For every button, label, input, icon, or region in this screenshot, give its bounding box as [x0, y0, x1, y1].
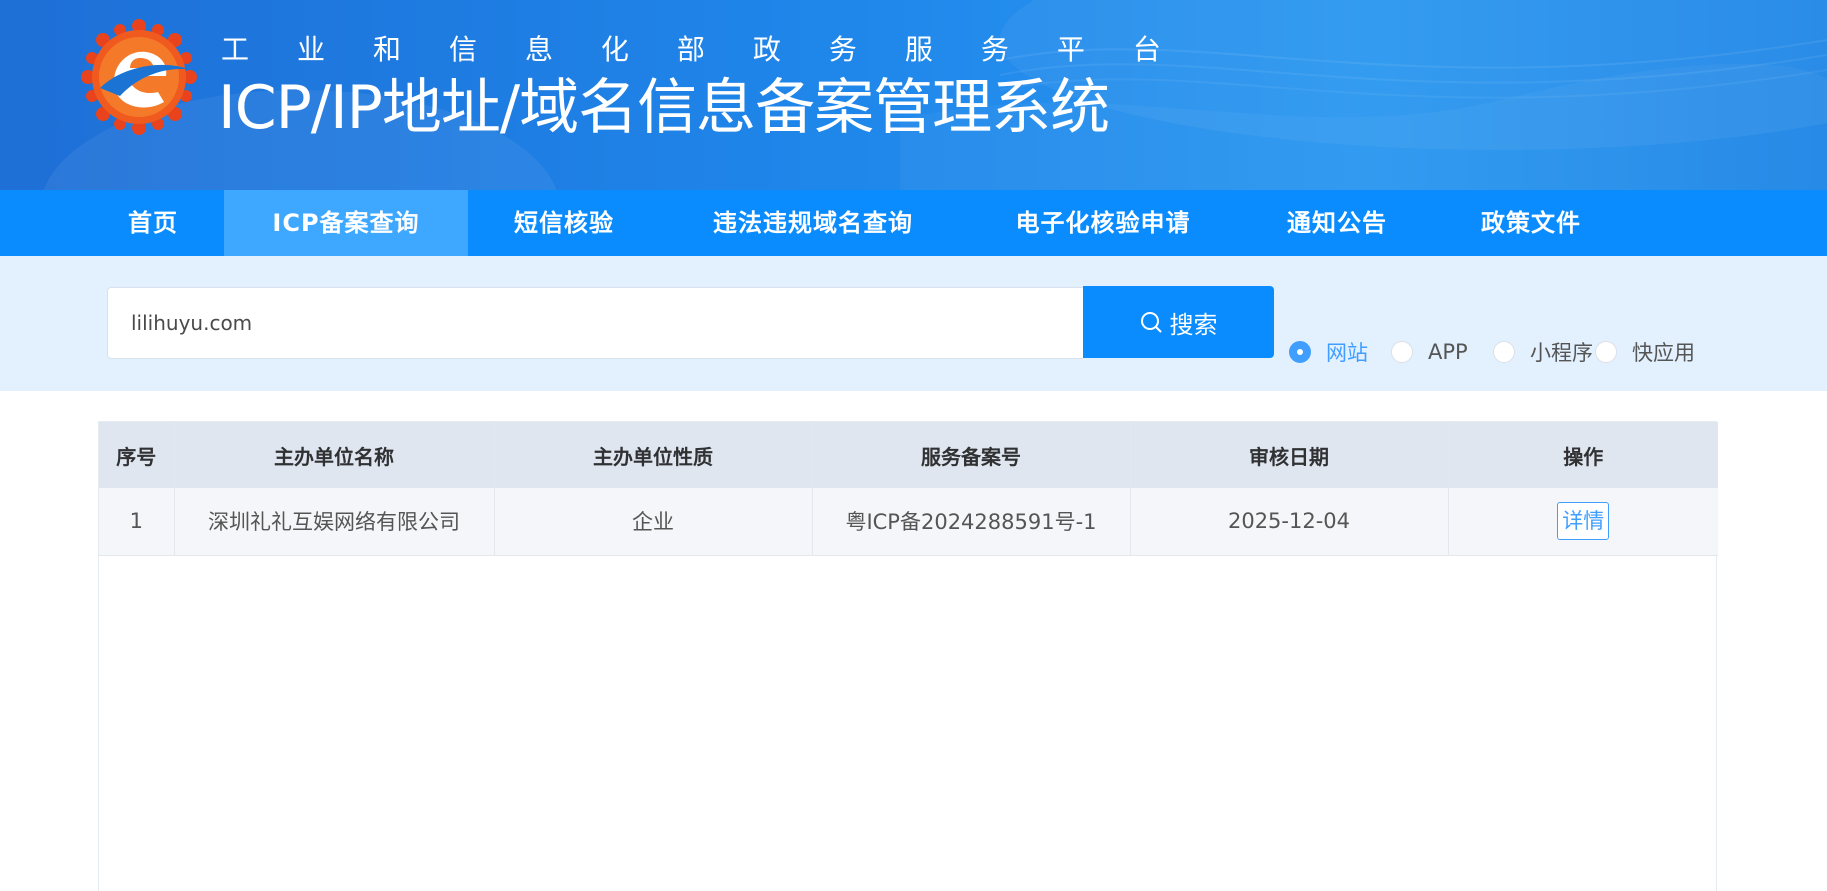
nav-item-sms-verify[interactable]: 短信核验	[497, 190, 631, 256]
search-input[interactable]	[107, 287, 1083, 359]
cell-index: 1	[99, 488, 175, 556]
search-button[interactable]: 搜索	[1083, 286, 1274, 358]
main-nav: 首页 ICP备案查询 短信核验 违法违规域名查询 电子化核验申请 通知公告 政策…	[0, 190, 1827, 256]
radio-label: APP	[1428, 340, 1468, 364]
banner-subtitle-char: 化	[600, 33, 629, 66]
nav-item-policy-docs[interactable]: 政策文件	[1464, 190, 1598, 256]
banner-title: ICP/IP地址/域名信息备案管理系统	[218, 73, 1110, 143]
header-banner: 工 业 和 信 息 化 部 政 务 服 务 平 台 ICP/IP地址/域名信息备案管理系统	[0, 0, 1827, 190]
banner-subtitle-char: 政	[752, 33, 781, 66]
col-header-record-no: 服务备案号	[812, 422, 1131, 488]
radio-app[interactable]: APP	[1391, 334, 1468, 370]
cell-review-date: 2025-12-04	[1130, 488, 1449, 556]
search-section: 搜索 网站 APP 小程序 快应用	[0, 256, 1827, 391]
radio-circle-icon	[1595, 341, 1617, 363]
nav-item-notices[interactable]: 通知公告	[1270, 190, 1404, 256]
banner-subtitle-char: 务	[828, 33, 857, 66]
banner-subtitle: 工业和信息化部政务服务平台	[221, 32, 1161, 68]
results-table: 序号 主办单位名称 主办单位性质 服务备案号 审核日期 操作 1 深圳礼礼互娱网…	[98, 421, 1718, 891]
banner-subtitle-char: 平	[1056, 33, 1085, 66]
col-header-review-date: 审核日期	[1130, 422, 1449, 488]
radio-label: 快应用	[1632, 341, 1695, 365]
radio-quickapp[interactable]: 快应用	[1595, 334, 1695, 370]
radio-circle-icon	[1391, 341, 1413, 363]
radio-label: 网站	[1326, 341, 1368, 365]
col-header-org-name: 主办单位名称	[174, 422, 495, 488]
cell-action: 详情	[1448, 488, 1718, 556]
col-header-org-type: 主办单位性质	[494, 422, 813, 488]
radio-website[interactable]: 网站	[1289, 334, 1368, 370]
detail-button[interactable]: 详情	[1557, 502, 1610, 541]
banner-subtitle-char: 信	[448, 33, 477, 66]
banner-subtitle-char: 息	[524, 33, 553, 66]
banner-subtitle-char: 工	[221, 33, 250, 66]
banner-subtitle-char: 和	[372, 33, 401, 66]
cell-org-name: 深圳礼礼互娱网络有限公司	[174, 488, 495, 556]
banner-subtitle-char: 服	[904, 33, 933, 66]
banner-subtitle-char: 部	[676, 33, 705, 66]
nav-item-illegal-domain-query[interactable]: 违法违规域名查询	[690, 190, 936, 256]
nav-item-icp-query[interactable]: ICP备案查询	[224, 190, 468, 256]
nav-item-e-verify-apply[interactable]: 电子化核验申请	[994, 190, 1212, 256]
col-header-index: 序号	[99, 422, 175, 488]
radio-circle-icon	[1289, 341, 1311, 363]
banner-subtitle-char: 务	[980, 33, 1009, 66]
nav-item-home[interactable]: 首页	[104, 190, 202, 256]
banner-subtitle-char: 台	[1132, 33, 1161, 66]
table-row: 1 深圳礼礼互娱网络有限公司 企业 粤ICP备2024288591号-1 202…	[99, 488, 1718, 556]
cell-record-no: 粤ICP备2024288591号-1	[812, 488, 1131, 556]
table-header-row: 序号 主办单位名称 主办单位性质 服务备案号 审核日期 操作	[99, 422, 1718, 488]
radio-miniprogram[interactable]: 小程序	[1493, 334, 1593, 370]
miit-logo-icon	[81, 19, 197, 135]
banner-subtitle-char: 业	[296, 33, 325, 66]
radio-label: 小程序	[1530, 341, 1593, 365]
radio-circle-icon	[1493, 341, 1515, 363]
cell-org-type: 企业	[494, 488, 813, 556]
search-button-label: 搜索	[1169, 310, 1218, 339]
col-header-action: 操作	[1448, 422, 1718, 488]
search-icon	[1140, 312, 1161, 333]
